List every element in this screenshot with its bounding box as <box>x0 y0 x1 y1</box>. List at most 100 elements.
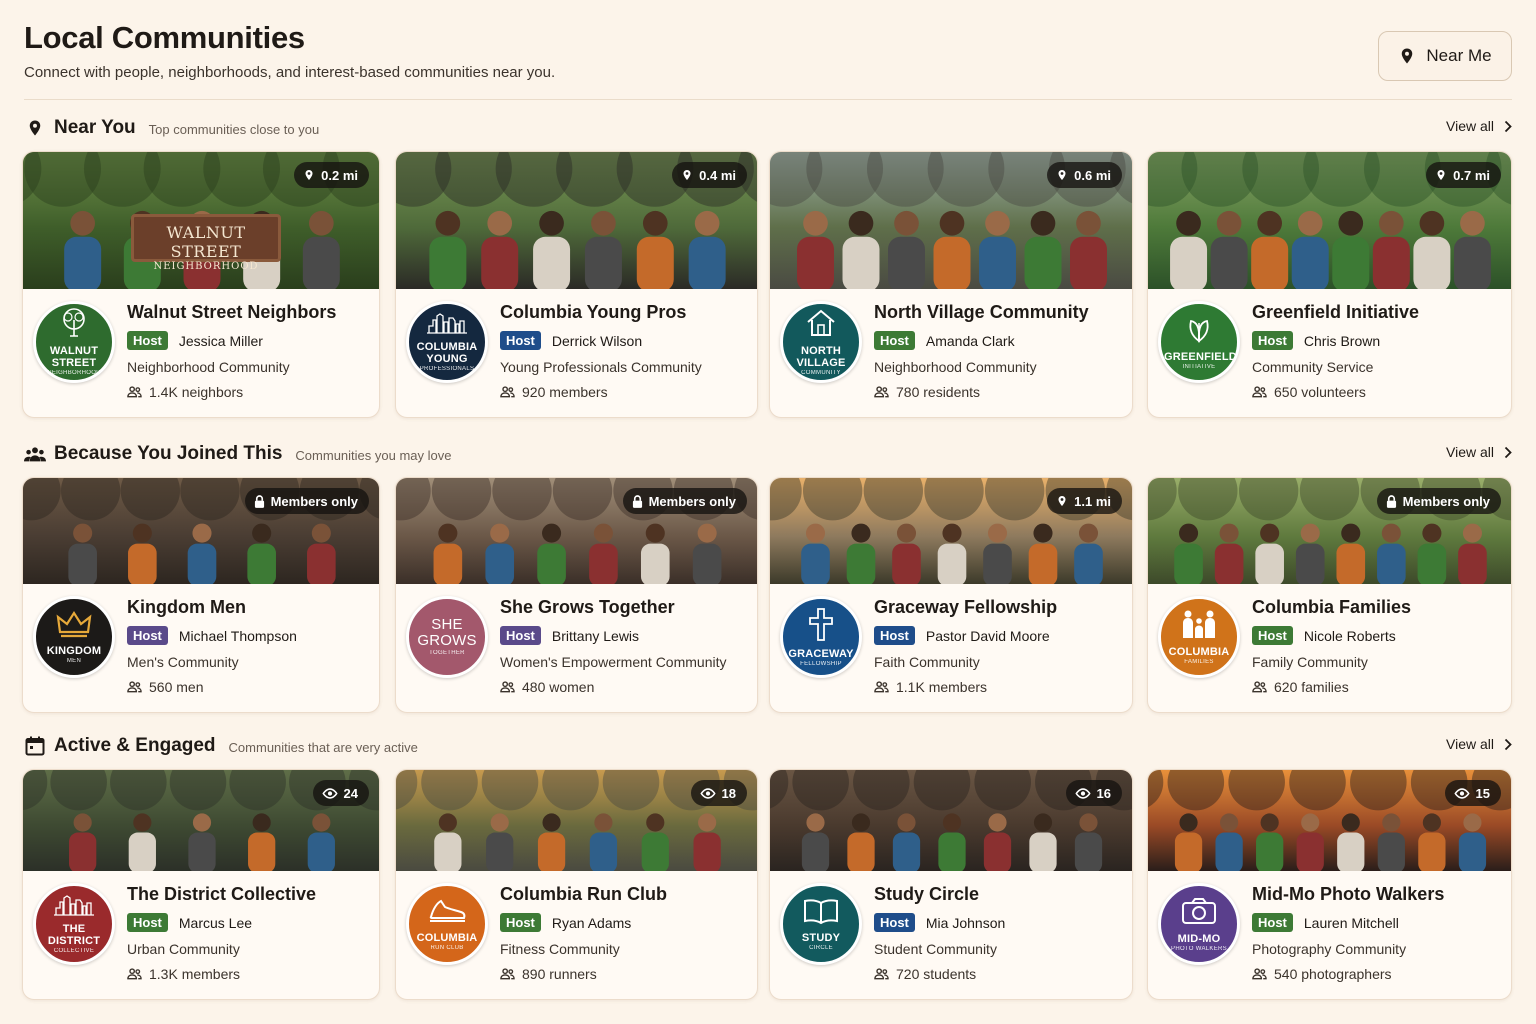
host-name[interactable]: Nicole Roberts <box>1304 628 1396 644</box>
host-badge: Host <box>127 626 168 645</box>
book-icon <box>802 897 840 930</box>
logo-line2: COLLECTIVE <box>53 947 95 954</box>
member-count: 650 volunteers <box>1252 384 1503 400</box>
photo-badge: 1.1 mi <box>1047 488 1122 514</box>
calendar-icon <box>24 735 46 757</box>
logo-line2: NEIGHBORHOOD <box>47 369 101 376</box>
member-count-label: 890 runners <box>522 966 597 982</box>
host-name[interactable]: Ryan Adams <box>552 915 631 931</box>
near-me-button[interactable]: Near Me <box>1378 31 1512 81</box>
section-subtitle: Communities that are very active <box>228 739 418 755</box>
host-name[interactable]: Lauren Mitchell <box>1304 915 1399 931</box>
host-badge: Host <box>500 626 541 645</box>
photo-badge: 15 <box>1444 780 1501 806</box>
community-card[interactable]: 0.6 mi NORTH VILLAGE COMMUNITY North Vil… <box>769 151 1133 418</box>
community-logo: SHE GROWS TOGETHER <box>406 596 488 678</box>
community-card[interactable]: 16 STUDY CIRCLE Study Circle Host Mia Jo… <box>769 769 1133 1000</box>
community-name[interactable]: She Grows Together <box>500 597 749 618</box>
host-name[interactable]: Michael Thompson <box>179 628 297 644</box>
host-name[interactable]: Pastor David Moore <box>926 628 1050 644</box>
map-pin-icon <box>681 168 693 182</box>
community-card[interactable]: 0.7 mi GREENFIELD INITIATIVE Greenfield … <box>1147 151 1512 418</box>
host-name[interactable]: Brittany Lewis <box>552 628 639 644</box>
logo-line2: RUN CLUB <box>430 944 464 951</box>
host-badge: Host <box>127 913 168 932</box>
community-info: Kingdom Men Host Michael Thompson Men's … <box>127 597 371 695</box>
host-name[interactable]: Derrick Wilson <box>552 333 642 349</box>
community-name[interactable]: Columbia Young Pros <box>500 302 749 323</box>
community-card[interactable]: 24 THE DISTRICT COLLECTIVE The District … <box>22 769 380 1000</box>
community-info: The District Collective Host Marcus Lee … <box>127 884 371 982</box>
community-name[interactable]: Mid-Mo Photo Walkers <box>1252 884 1503 905</box>
logo-line1: GREENFIELD <box>1164 350 1237 363</box>
camera-icon <box>1180 896 1218 931</box>
member-count-label: 540 photographers <box>1274 966 1392 982</box>
logo-line2: INITIATIVE <box>1182 363 1216 370</box>
people-icon <box>1252 681 1267 693</box>
community-card[interactable]: 1.1 mi GRACEWAY FELLOWSHIP Graceway Fell… <box>769 477 1133 713</box>
community-name[interactable]: Columbia Families <box>1252 597 1503 618</box>
lock-icon <box>1386 494 1397 508</box>
community-type: Urban Community <box>127 941 240 957</box>
community-name[interactable]: The District Collective <box>127 884 371 905</box>
host-row: Host Amanda Clark <box>874 331 1124 350</box>
host-name[interactable]: Amanda Clark <box>926 333 1015 349</box>
community-type: Men's Community <box>127 654 239 670</box>
view-all-link[interactable]: View all <box>1446 118 1512 134</box>
map-pin-icon <box>303 168 315 182</box>
member-count: 1.1K members <box>874 679 1124 695</box>
host-name[interactable]: Chris Brown <box>1304 333 1380 349</box>
photo-badge: 24 <box>312 780 369 806</box>
host-row: Host Marcus Lee <box>127 913 371 932</box>
community-type: Neighborhood Community <box>127 359 290 375</box>
community-info: Greenfield Initiative Host Chris Brown C… <box>1252 302 1503 400</box>
community-name[interactable]: Study Circle <box>874 884 1124 905</box>
community-card[interactable]: WALNUT STREET NEIGHBORHOOD 0.2 mi WALNUT… <box>22 151 380 418</box>
logo-line1: STUDY <box>801 931 841 944</box>
logo-line1: COLUMBIA <box>1168 645 1230 658</box>
logo-line2: CIRCLE <box>809 944 833 951</box>
community-name[interactable]: North Village Community <box>874 302 1124 323</box>
community-info: Columbia Run Club Host Ryan Adams Fitnes… <box>500 884 749 982</box>
member-count-label: 480 women <box>522 679 595 695</box>
badge-label: 18 <box>721 785 736 801</box>
photo-badge: 0.6 mi <box>1047 162 1122 188</box>
people-group-icon <box>24 443 46 465</box>
member-count: 480 women <box>500 679 749 695</box>
community-card[interactable]: 0.4 mi COLUMBIA YOUNG PROFESSIONALS Colu… <box>395 151 758 418</box>
host-name[interactable]: Marcus Lee <box>179 915 252 931</box>
view-all-label: View all <box>1446 444 1494 460</box>
badge-label: 24 <box>343 785 358 801</box>
badge-label: 0.6 mi <box>1074 167 1111 183</box>
community-card[interactable]: Members only COLUMBIA FAMILIES Columbia … <box>1147 477 1512 713</box>
chevron-right-icon <box>1504 120 1512 132</box>
community-name[interactable]: Columbia Run Club <box>500 884 749 905</box>
community-card[interactable]: Members only SHE GROWS TOGETHER She Grow… <box>395 477 758 713</box>
community-name[interactable]: Graceway Fellowship <box>874 597 1124 618</box>
community-card[interactable]: 18 COLUMBIA RUN CLUB Columbia Run Club H… <box>395 769 758 1000</box>
section-title: Near You <box>54 117 136 138</box>
member-count-label: 620 families <box>1274 679 1349 695</box>
eye-icon <box>699 787 716 799</box>
member-count: 560 men <box>127 679 371 695</box>
community-type: Young Professionals Community <box>500 359 702 375</box>
page-subtitle: Connect with people, neighborhoods, and … <box>24 64 556 81</box>
logo-line1: KINGDOM <box>46 644 102 657</box>
community-card[interactable]: 15 MID-MO PHOTO WALKERS Mid-Mo Photo Wal… <box>1147 769 1512 1000</box>
host-name[interactable]: Jessica Miller <box>179 333 263 349</box>
page-title: Local Communities <box>24 20 305 55</box>
badge-label: 0.2 mi <box>321 167 358 183</box>
community-name[interactable]: Walnut Street Neighbors <box>127 302 371 323</box>
community-name[interactable]: Greenfield Initiative <box>1252 302 1503 323</box>
community-name[interactable]: Kingdom Men <box>127 597 371 618</box>
view-all-link[interactable]: View all <box>1446 736 1512 752</box>
host-row: Host Ryan Adams <box>500 913 749 932</box>
host-badge: Host <box>874 331 915 350</box>
community-logo: COLUMBIA RUN CLUB <box>406 883 488 965</box>
view-all-link[interactable]: View all <box>1446 444 1512 460</box>
host-name[interactable]: Mia Johnson <box>926 915 1005 931</box>
people-icon <box>1252 968 1267 980</box>
community-card[interactable]: Members only KINGDOM MEN Kingdom Men Hos… <box>22 477 380 713</box>
family-icon <box>1179 609 1219 644</box>
sign-line1: WALNUT STREET <box>166 223 246 261</box>
